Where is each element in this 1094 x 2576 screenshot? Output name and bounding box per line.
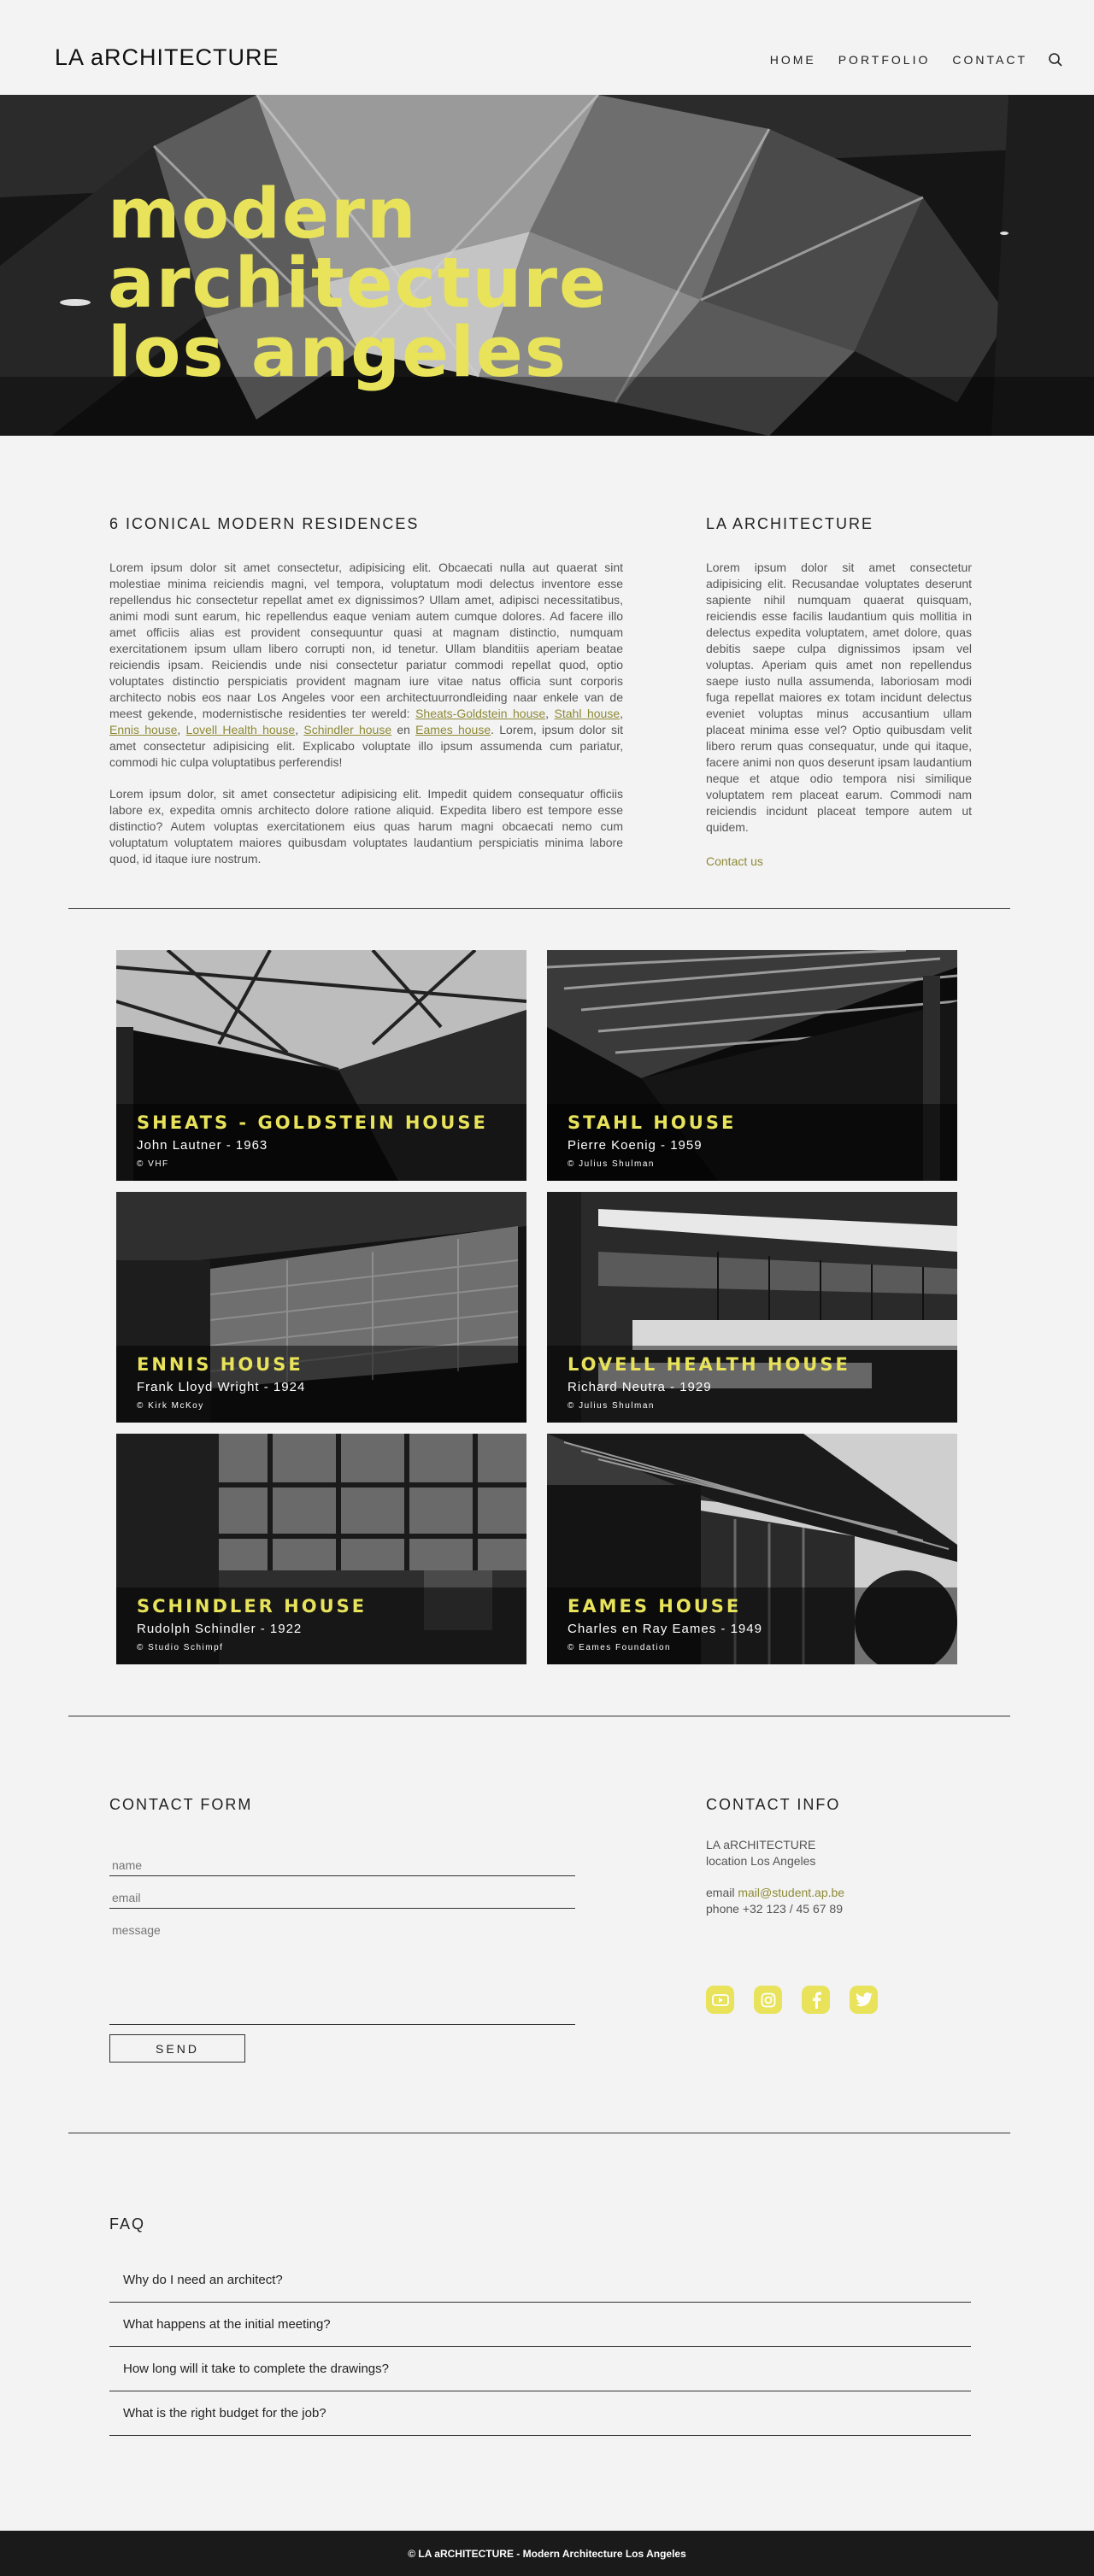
intro-text: Lorem ipsum dolor sit amet consectetur, …: [109, 560, 623, 720]
card-credit: © Eames Foundation: [568, 1643, 672, 1652]
address-block: LA aRCHITECTURE location Los Angeles: [706, 1837, 979, 1869]
house-card-ennis[interactable]: ENNIS HOUSE Frank Lloyd Wright - 1924 © …: [116, 1192, 526, 1423]
card-caption: SHEATS - GOLDSTEIN HOUSE John Lautner - …: [137, 1112, 488, 1169]
separator: ,: [295, 723, 304, 736]
social-links: [706, 1986, 897, 2014]
nav-contact[interactable]: CONTACT: [952, 53, 1027, 67]
card-architect: John Lautner - 1963: [137, 1138, 268, 1153]
site-logo[interactable]: LA aRCHITECTURE: [55, 44, 279, 71]
faq-list: Why do I need an architect? What happens…: [109, 2258, 971, 2436]
separator: en: [391, 723, 416, 736]
card-title: ENNIS HOUSE: [137, 1354, 303, 1375]
card-title: SHEATS - GOLDSTEIN HOUSE: [137, 1112, 488, 1133]
house-card-stahl[interactable]: STAHL HOUSE Pierre Koenig - 1959 © Juliu…: [547, 950, 957, 1181]
search-icon[interactable]: [1048, 52, 1063, 67]
about-section: LA ARCHITECTURE Lorem ipsum dolor sit am…: [706, 515, 972, 868]
footer-text: © LA aRCHITECTURE - Modern Architecture …: [408, 2547, 686, 2560]
faq-item[interactable]: What happens at the initial meeting?: [109, 2303, 971, 2347]
send-button[interactable]: SEND: [109, 2034, 245, 2063]
card-credit: © Julius Shulman: [568, 1159, 655, 1169]
card-title: LOVELL HEALTH HOUSE: [568, 1354, 850, 1375]
phone-line: phone +32 123 / 45 67 89: [706, 1902, 843, 1916]
email-line: email mail@student.ap.be: [706, 1885, 979, 1901]
hero-banner: modern architecture los angeles: [0, 95, 1094, 436]
link-eames[interactable]: Eames house: [415, 723, 491, 736]
card-architect: Rudolph Schindler - 1922: [137, 1622, 303, 1636]
contact-details: email mail@student.ap.be phone +32 123 /…: [706, 1885, 979, 1917]
card-title: EAMES HOUSE: [568, 1596, 742, 1617]
link-sheats-goldstein[interactable]: Sheats-Goldstein house: [415, 707, 545, 720]
youtube-icon[interactable]: [706, 1986, 734, 2014]
company-name: LA aRCHITECTURE: [706, 1838, 816, 1851]
house-card-lovell[interactable]: LOVELL HEALTH HOUSE Richard Neutra - 192…: [547, 1192, 957, 1423]
facebook-icon[interactable]: [802, 1986, 830, 2014]
link-lovell[interactable]: Lovell Health house: [186, 723, 296, 736]
message-field[interactable]: [109, 1920, 575, 2025]
email-label: email: [706, 1886, 738, 1899]
contact-form-title: CONTACT FORM: [109, 1796, 253, 1813]
card-credit: © Studio Schimpf: [137, 1643, 224, 1652]
link-schindler[interactable]: Schindler house: [303, 723, 391, 736]
card-caption: EAMES HOUSE Charles en Ray Eames - 1949 …: [568, 1596, 762, 1652]
about-title: LA ARCHITECTURE: [706, 515, 874, 532]
card-credit: © Kirk McKoy: [137, 1401, 204, 1411]
intro-section: 6 ICONICAL MODERN RESIDENCES Lorem ipsum…: [109, 515, 623, 867]
contact-info-title: CONTACT INFO: [706, 1796, 841, 1813]
nav-home[interactable]: HOME: [770, 53, 816, 67]
card-caption: STAHL HOUSE Pierre Koenig - 1959 © Juliu…: [568, 1112, 736, 1169]
site-header: LA aRCHITECTURE HOME PORTFOLIO CONTACT: [0, 0, 1094, 95]
card-architect: Frank Lloyd Wright - 1924: [137, 1380, 306, 1394]
house-card-schindler[interactable]: SCHINDLER HOUSE Rudolph Schindler - 1922…: [116, 1434, 526, 1664]
houses-gallery: SHEATS - GOLDSTEIN HOUSE John Lautner - …: [116, 950, 957, 1664]
card-caption: LOVELL HEALTH HOUSE Richard Neutra - 192…: [568, 1354, 850, 1411]
hero-line: architecture: [108, 244, 608, 324]
section-divider: [68, 908, 1010, 909]
about-paragraph: Lorem ipsum dolor sit amet consectetur a…: [706, 560, 972, 834]
card-architect: Charles en Ray Eames - 1949: [568, 1622, 762, 1636]
nav-portfolio[interactable]: PORTFOLIO: [838, 53, 931, 67]
intro-paragraph: Lorem ipsum dolor sit amet consectetur, …: [109, 560, 623, 771]
card-caption: SCHINDLER HOUSE Rudolph Schindler - 1922…: [137, 1596, 367, 1652]
name-field[interactable]: [109, 1855, 575, 1876]
hero-line: los angeles: [108, 313, 568, 393]
faq-item[interactable]: Why do I need an architect?: [109, 2258, 971, 2303]
card-credit: © VHF: [137, 1159, 169, 1169]
contact-us-link[interactable]: Contact us: [706, 854, 972, 868]
email-field[interactable]: [109, 1887, 575, 1909]
main-nav: HOME PORTFOLIO CONTACT: [748, 52, 1063, 67]
card-title: SCHINDLER HOUSE: [137, 1596, 368, 1617]
intro-title: 6 ICONICAL MODERN RESIDENCES: [109, 515, 420, 532]
instagram-icon[interactable]: [754, 1986, 782, 2014]
house-card-sheats-goldstein[interactable]: SHEATS - GOLDSTEIN HOUSE John Lautner - …: [116, 950, 526, 1181]
faq-title: FAQ: [109, 2215, 146, 2233]
link-ennis[interactable]: Ennis house: [109, 723, 177, 736]
intro-paragraph-2: Lorem ipsum dolor, sit amet consectetur …: [109, 787, 623, 866]
separator: ,: [620, 707, 623, 720]
house-card-eames[interactable]: EAMES HOUSE Charles en Ray Eames - 1949 …: [547, 1434, 957, 1664]
separator: ,: [545, 707, 555, 720]
hero-title: modern architecture los angeles: [108, 180, 608, 388]
hero-line: modern: [108, 174, 418, 255]
card-caption: ENNIS HOUSE Frank Lloyd Wright - 1924 © …: [137, 1354, 305, 1411]
card-credit: © Julius Shulman: [568, 1401, 655, 1411]
faq-item[interactable]: What is the right budget for the job?: [109, 2391, 971, 2436]
email-link[interactable]: mail@student.ap.be: [738, 1886, 844, 1899]
card-title: STAHL HOUSE: [568, 1112, 737, 1133]
faq-item[interactable]: How long will it take to complete the dr…: [109, 2347, 971, 2391]
faq-section: FAQ Why do I need an architect? What hap…: [109, 2215, 971, 2436]
link-stahl[interactable]: Stahl house: [555, 707, 621, 720]
contact-form-section: CONTACT FORM SEND: [109, 1796, 575, 2063]
separator: ,: [177, 723, 186, 736]
card-architect: Pierre Koenig - 1959: [568, 1138, 703, 1153]
card-architect: Richard Neutra - 1929: [568, 1380, 712, 1394]
location: location Los Angeles: [706, 1854, 816, 1868]
site-footer: © LA aRCHITECTURE - Modern Architecture …: [0, 2531, 1094, 2576]
contact-info-section: CONTACT INFO LA aRCHITECTURE location Lo…: [706, 1796, 979, 1917]
twitter-icon[interactable]: [850, 1986, 878, 2014]
